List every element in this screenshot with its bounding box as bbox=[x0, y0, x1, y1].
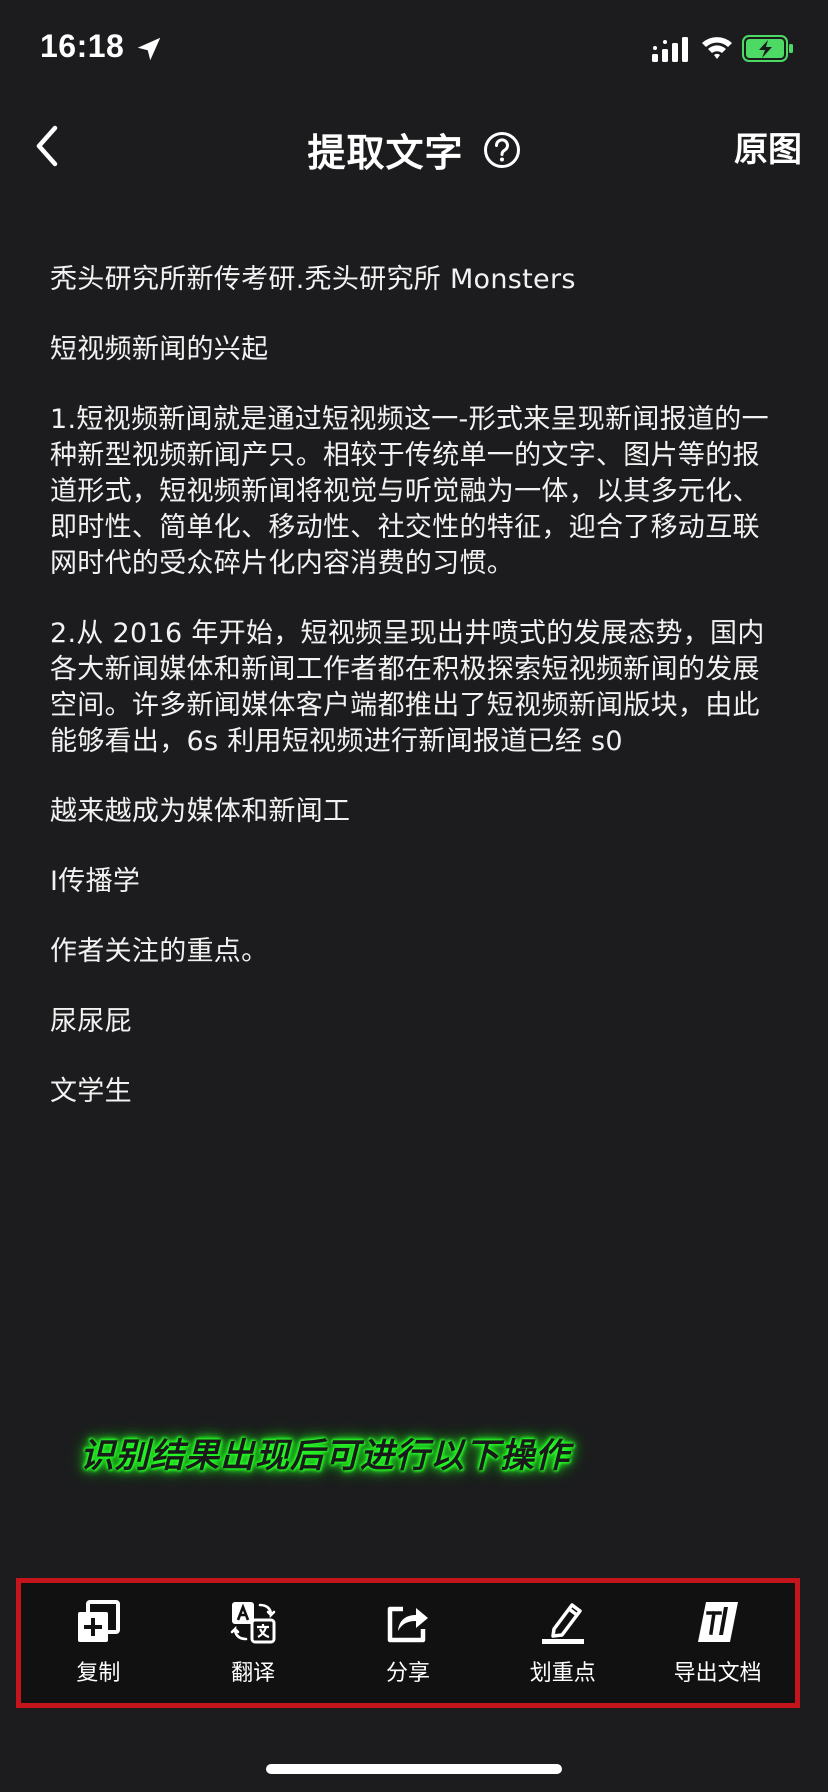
location-arrow-icon bbox=[137, 37, 161, 61]
chevron-left-icon bbox=[36, 125, 58, 167]
share-icon bbox=[387, 1606, 428, 1643]
back-button[interactable] bbox=[22, 118, 72, 174]
question-circle-icon[interactable] bbox=[483, 131, 521, 169]
operation-hint: 识别结果出现后可进行以下操作 bbox=[80, 1436, 570, 1476]
copy-button[interactable]: 复制 bbox=[28, 1588, 168, 1698]
text-paragraph: 越来越成为媒体和新闻工 bbox=[50, 796, 351, 827]
text-paragraph: 2.从 2016 年开始，短视频呈现出井喷式的发展态势，国内各大新闻媒体和新闻工… bbox=[50, 618, 765, 757]
translate-button[interactable]: 翻译 bbox=[183, 1588, 323, 1698]
export-document-icon bbox=[697, 1602, 738, 1642]
translate-icon bbox=[230, 1602, 276, 1644]
extracted-text[interactable]: 秃头研究所新传考研.秃头研究所 Monsters 短视频新闻的兴起 1.短视频新… bbox=[50, 262, 770, 1144]
nav-bar: 提取文字 原图 bbox=[0, 100, 828, 192]
export-document-button[interactable]: 导出文档 bbox=[648, 1588, 788, 1698]
highlight-label: 划重点 bbox=[529, 1661, 596, 1686]
copy-icon bbox=[78, 1600, 121, 1642]
status-time: 16:18 bbox=[40, 28, 125, 64]
highlight-button[interactable]: 划重点 bbox=[493, 1588, 633, 1698]
text-paragraph: 短视频新闻的兴起 bbox=[50, 334, 269, 365]
bottom-toolbar: 复制 翻译 分享 划重点 导出文档 bbox=[16, 1578, 800, 1708]
page-title: 提取文字 bbox=[307, 131, 464, 175]
text-paragraph: I传播学 bbox=[50, 866, 141, 897]
status-bar: 16:18 bbox=[0, 0, 828, 100]
share-label: 分享 bbox=[385, 1661, 430, 1686]
original-image-button[interactable]: 原图 bbox=[734, 122, 802, 171]
signal-icon bbox=[652, 37, 688, 62]
text-paragraph: 文学生 bbox=[50, 1076, 132, 1107]
copy-label: 复制 bbox=[76, 1661, 121, 1686]
highlight-icon bbox=[541, 1603, 584, 1644]
share-button[interactable]: 分享 bbox=[338, 1588, 478, 1698]
home-indicator[interactable] bbox=[266, 1764, 562, 1774]
text-paragraph: 尿尿屁 bbox=[50, 1006, 132, 1037]
wifi-icon bbox=[702, 37, 732, 59]
text-paragraph: 1.短视频新闻就是通过短视频这一-形式来呈现新闻报道的一种新型视频新闻产只。相较… bbox=[50, 404, 769, 579]
text-paragraph: 作者关注的重点。 bbox=[50, 936, 269, 967]
translate-label: 翻译 bbox=[231, 1661, 276, 1686]
export-document-label: 导出文档 bbox=[673, 1661, 762, 1686]
battery-charging-icon bbox=[742, 35, 793, 62]
text-paragraph: 秃头研究所新传考研.秃头研究所 Monsters bbox=[50, 264, 576, 295]
